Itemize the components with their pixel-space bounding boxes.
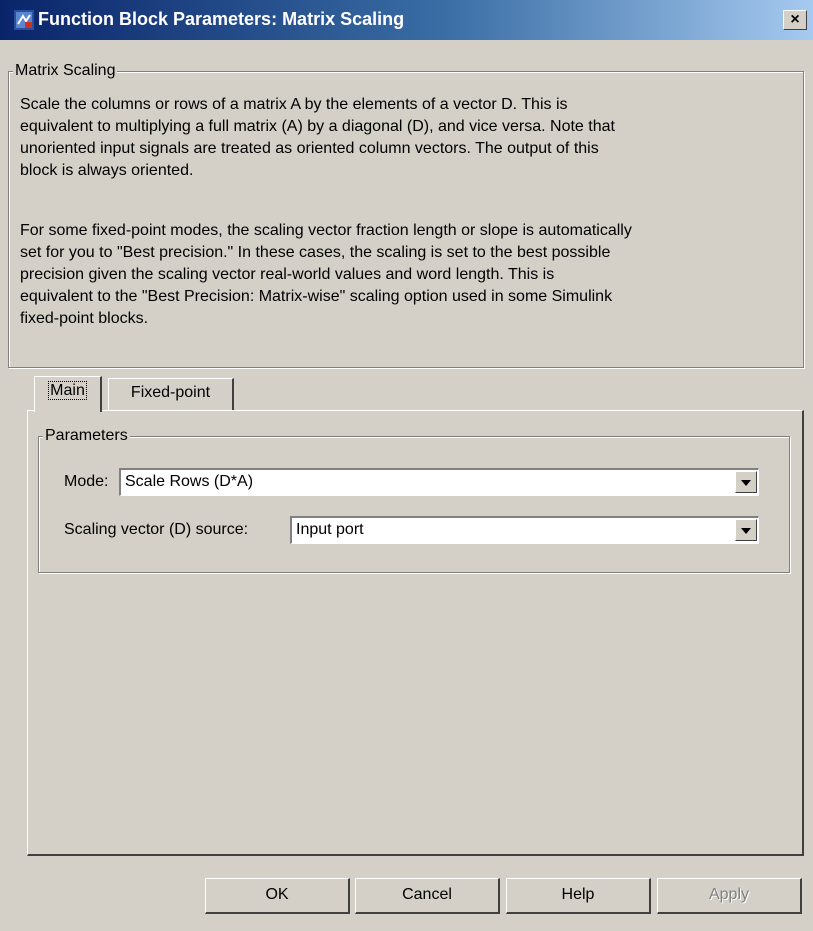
chevron-down-icon[interactable] xyxy=(735,471,757,493)
scaling-source-dropdown-value: Input port xyxy=(296,521,364,538)
tab-main-label: Main xyxy=(48,381,87,400)
tab-fixed-point[interactable]: Fixed-point xyxy=(108,378,234,410)
mode-label: Mode: xyxy=(64,473,109,490)
apply-button[interactable]: Apply xyxy=(657,878,802,914)
chevron-down-icon[interactable] xyxy=(735,519,757,541)
dialog-window: Function Block Parameters: Matrix Scalin… xyxy=(0,0,813,931)
scaling-source-label: Scaling vector (D) source: xyxy=(64,521,249,538)
ok-button[interactable]: OK xyxy=(205,878,350,914)
tab-main[interactable]: Main xyxy=(34,376,102,412)
description-paragraph-2: For some fixed-point modes, the scaling … xyxy=(20,220,780,330)
description-paragraph-1: Scale the columns or rows of a matrix A … xyxy=(20,94,780,182)
simulink-block-icon xyxy=(14,10,34,30)
description-line: precision given the scaling vector real-… xyxy=(20,266,555,283)
cancel-button[interactable]: Cancel xyxy=(355,878,500,914)
description-line: unoriented input signals are treated as … xyxy=(20,140,599,157)
description-line: block is always oriented. xyxy=(20,162,194,179)
close-icon: × xyxy=(790,11,800,28)
description-line: For some fixed-point modes, the scaling … xyxy=(20,222,632,239)
help-button[interactable]: Help xyxy=(506,878,651,914)
scaling-source-dropdown[interactable]: Input port xyxy=(290,516,759,544)
tab-fixed-point-label: Fixed-point xyxy=(130,384,211,401)
description-line: fixed-point blocks. xyxy=(20,310,149,327)
mode-dropdown-value: Scale Rows (D*A) xyxy=(125,473,254,490)
title-bar[interactable]: Function Block Parameters: Matrix Scalin… xyxy=(0,0,813,40)
description-line: set for you to "Best precision." In thes… xyxy=(20,244,611,261)
parameters-group: Parameters xyxy=(38,427,790,573)
description-line: equivalent to the "Best Precision: Matri… xyxy=(20,288,613,305)
mode-dropdown[interactable]: Scale Rows (D*A) xyxy=(119,468,759,496)
description-line: equivalent to multiplying a full matrix … xyxy=(20,118,615,135)
parameters-group-legend: Parameters xyxy=(43,427,130,445)
description-group-legend: Matrix Scaling xyxy=(13,62,118,80)
window-title: Function Block Parameters: Matrix Scalin… xyxy=(38,9,405,29)
description-line: Scale the columns or rows of a matrix A … xyxy=(20,96,568,113)
close-button[interactable]: × xyxy=(783,10,807,30)
